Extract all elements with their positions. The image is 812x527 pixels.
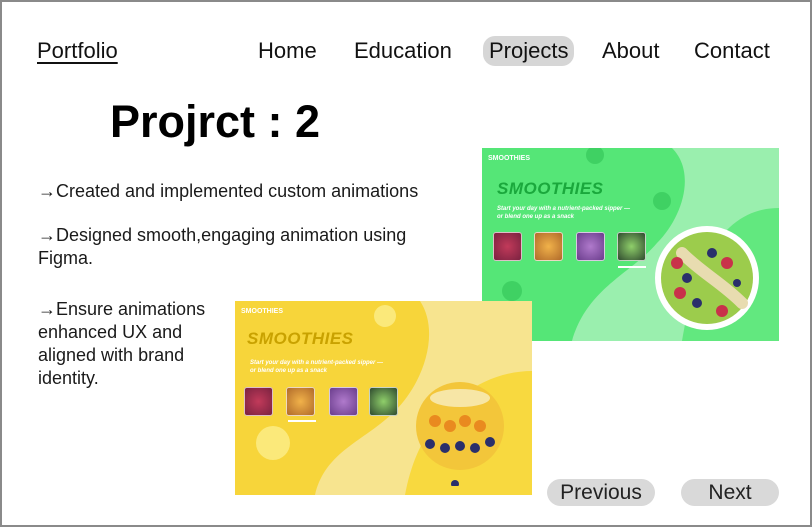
- previous-button[interactable]: Previous: [547, 479, 655, 506]
- nav-home[interactable]: Home: [258, 36, 317, 66]
- nav-projects[interactable]: Projects: [483, 36, 575, 66]
- bullet-item: →Designed smooth,engaging animation usin…: [38, 225, 407, 268]
- nav-contact[interactable]: Contact: [694, 36, 770, 66]
- smoothie-thumbnail: [534, 232, 563, 261]
- smoothie-thumbnail: [576, 232, 605, 261]
- yellow-smoothie-preview: SMOOTHIES SMOOTHIES Start your day with …: [235, 301, 532, 495]
- smoothie-thumbnail: [329, 387, 358, 416]
- project-title: Projrct : 2: [110, 96, 321, 147]
- nav-education[interactable]: Education: [354, 36, 452, 66]
- next-button[interactable]: Next: [681, 479, 779, 506]
- thumbnail-selection-indicator: [618, 266, 646, 268]
- smoothie-thumbnail: [286, 387, 315, 416]
- preview-subtitle: Start your day with a nutrient-packed si…: [250, 360, 384, 374]
- bullet-item: →Ensure animations enhanced UX and align…: [38, 299, 206, 388]
- nav-about[interactable]: About: [602, 36, 660, 66]
- smoothie-thumbnail: [369, 387, 398, 416]
- preview-brand: SMOOTHIES: [488, 155, 531, 162]
- preview-brand: SMOOTHIES: [241, 308, 284, 315]
- smoothie-thumbnail: [617, 232, 646, 261]
- bullet-item: →Created and implemented custom animatio…: [38, 181, 419, 201]
- portfolio-logo[interactable]: Portfolio: [37, 38, 118, 64]
- smoothie-bowl-image: [655, 226, 759, 330]
- smoothie-bowl-image: [416, 382, 504, 486]
- smoothie-thumbnail: [244, 387, 273, 416]
- thumbnail-selection-indicator: [288, 420, 316, 422]
- preview-subtitle: Start your day with a nutrient-packed si…: [497, 206, 631, 220]
- preview-heading: SMOOTHIES: [497, 179, 604, 198]
- preview-heading: SMOOTHIES: [247, 329, 354, 348]
- smoothie-thumbnail: [493, 232, 522, 261]
- portfolio-page: Portfolio Home Education Projects About …: [0, 0, 812, 527]
